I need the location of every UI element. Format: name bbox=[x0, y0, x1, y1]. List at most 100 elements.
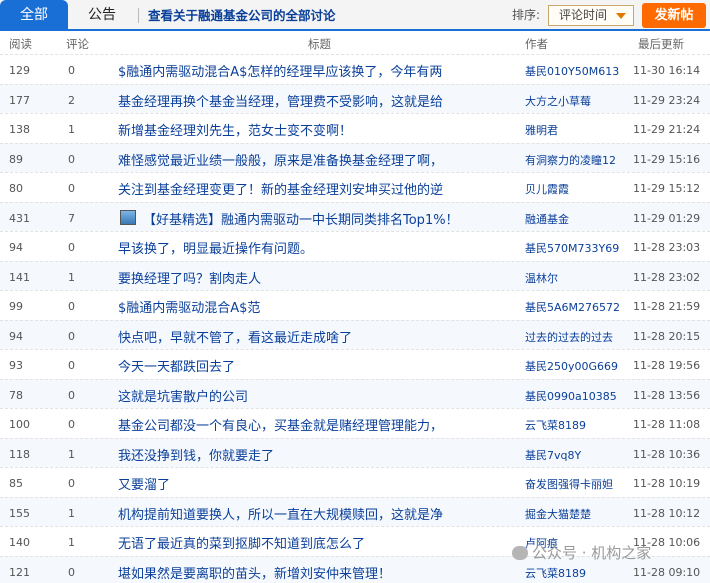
image-icon bbox=[120, 209, 136, 225]
author-link[interactable]: 雅明君 bbox=[525, 122, 558, 138]
post-title-link[interactable]: 无语了最近真的菜到抠脚不知道到底怎么了 bbox=[118, 533, 365, 552]
wechat-icon bbox=[512, 546, 528, 560]
post-title-link[interactable]: 【好基精选】融通内需驱动一中长期同类排名Top1%！ bbox=[143, 209, 459, 228]
comment-count: 0 bbox=[68, 329, 75, 343]
read-count: 93 bbox=[9, 359, 23, 372]
author-link[interactable]: 大方之小草莓 bbox=[525, 93, 591, 109]
author-link[interactable]: 基民7vq8Y bbox=[525, 447, 581, 463]
updated-time: 11-28 19:56 bbox=[633, 359, 701, 372]
author-link[interactable]: 温林尔 bbox=[525, 270, 558, 286]
sort-label: 排序: bbox=[512, 8, 541, 22]
table-row: 89 0 难怪感觉最近业绩一般般，原来是准备换基金经理了啊， 有洞察力的凌瞳12 11-… bbox=[0, 142, 710, 172]
comment-count: 0 bbox=[68, 565, 75, 579]
view-all-discussions-link[interactable]: 查看关于融通基金公司的全部讨论 bbox=[148, 0, 336, 31]
post-title-link[interactable]: 今天一天都跌回去了 bbox=[118, 356, 235, 375]
author-link[interactable]: 过去的过去的过去 bbox=[525, 329, 613, 345]
post-title-link[interactable]: 难怪感觉最近业绩一般般，原来是准备换基金经理了啊， bbox=[118, 150, 443, 169]
post-title-link[interactable]: 关注到基金经理变更了！新的基金经理刘安坤买过他的逆 bbox=[118, 179, 443, 198]
header-read: 阅读 bbox=[9, 37, 32, 51]
author-link[interactable]: 融通基金 bbox=[525, 211, 569, 227]
post-title-link[interactable]: 又要溜了 bbox=[118, 474, 170, 493]
author-link[interactable]: 基民570M733Y69 bbox=[525, 240, 619, 256]
topbar: 全部 公告 查看关于融通基金公司的全部讨论 排序: 评论时间 发新帖 bbox=[0, 0, 710, 31]
header-comments: 评论 bbox=[66, 37, 89, 51]
tab-all[interactable]: 全部 bbox=[0, 0, 68, 31]
table-row: 85 0 又要溜了 奋发图强得卡丽妲 11-28 10:19 bbox=[0, 467, 710, 497]
table-row: 431 7 【好基精选】融通内需驱动一中长期同类排名Top1%！ 融通基金 11-29 … bbox=[0, 201, 710, 231]
updated-time: 11-28 13:56 bbox=[633, 388, 701, 402]
table-row: 93 0 今天一天都跌回去了 基民250y00G669 11-28 19:56 bbox=[0, 349, 710, 379]
table-row: 177 2 基金经理再换个基金当经理，管理费不受影响，这就是给 大方之小草莓 11-29… bbox=[0, 83, 710, 113]
divider bbox=[138, 8, 139, 23]
table-row: 94 0 快点吧，早就不管了，看这最近走成啥了 过去的过去的过去 11-28 20:15 bbox=[0, 319, 710, 349]
author-link[interactable]: 基民0990a10385 bbox=[525, 388, 617, 404]
author-link[interactable]: 奋发图强得卡丽妲 bbox=[525, 476, 613, 492]
comment-count: 0 bbox=[68, 477, 75, 490]
comment-count: 0 bbox=[68, 418, 75, 431]
post-title-link[interactable]: 早该换了，明显最近操作有问题。 bbox=[118, 238, 313, 257]
updated-time: 11-28 21:59 bbox=[633, 300, 701, 313]
read-count: 99 bbox=[9, 300, 23, 313]
table-row: 94 0 早该换了，明显最近操作有问题。 基民570M733Y69 11-28 23:0… bbox=[0, 231, 710, 261]
sort-select-value: 评论时间 bbox=[559, 8, 608, 22]
updated-time: 11-29 15:12 bbox=[633, 182, 701, 195]
new-post-button[interactable]: 发新帖 bbox=[642, 3, 706, 28]
comment-count: 1 bbox=[68, 536, 75, 549]
post-title-link[interactable]: $融通内需驱动混合A$范 bbox=[118, 297, 260, 316]
author-link[interactable]: 云飞菜8189 bbox=[525, 417, 586, 433]
read-count: 94 bbox=[9, 329, 23, 343]
updated-time: 11-28 11:08 bbox=[633, 418, 701, 431]
read-count: 94 bbox=[9, 241, 23, 254]
updated-time: 11-29 23:24 bbox=[633, 93, 701, 107]
post-title-link[interactable]: 要换经理了吗？割肉走人 bbox=[118, 268, 261, 287]
tab-notice[interactable]: 公告 bbox=[72, 0, 132, 31]
read-count: 155 bbox=[9, 506, 30, 520]
comment-count: 1 bbox=[68, 270, 75, 284]
comment-count: 0 bbox=[68, 388, 75, 402]
read-count: 141 bbox=[9, 270, 30, 284]
table-row: 80 0 关注到基金经理变更了！新的基金经理刘安坤买过他的逆 贝儿霞霞 11-29 15… bbox=[0, 172, 710, 202]
table-row: 129 0 $融通内需驱动混合A$怎样的经理早应该换了，今年有两 基民010Y50M6… bbox=[0, 54, 710, 84]
author-link[interactable]: 云飞菜8189 bbox=[525, 565, 586, 581]
table-row: 99 0 $融通内需驱动混合A$范 基民5A6M276572 11-28 21:59 bbox=[0, 290, 710, 320]
author-link[interactable]: 基民250y00G669 bbox=[525, 358, 618, 374]
comment-count: 1 bbox=[68, 506, 75, 520]
post-title-link[interactable]: 基金经理再换个基金当经理，管理费不受影响，这就是给 bbox=[118, 91, 443, 110]
table-header: 阅读 评论 标题 作者 最后更新 bbox=[0, 33, 710, 53]
read-count: 121 bbox=[9, 565, 30, 579]
author-link[interactable]: 贝儿霞霞 bbox=[525, 181, 569, 197]
comment-count: 0 bbox=[68, 152, 75, 166]
author-link[interactable]: 基民010Y50M613 bbox=[525, 63, 619, 79]
sort-select[interactable]: 评论时间 bbox=[548, 5, 634, 26]
author-link[interactable]: 有洞察力的凌瞳12 bbox=[525, 152, 616, 168]
post-title-link[interactable]: 基金公司都没一个有良心，买基金就是赌经理管理能力， bbox=[118, 415, 443, 434]
updated-time: 11-29 15:16 bbox=[633, 152, 701, 166]
read-count: 177 bbox=[9, 93, 30, 107]
table-row: 78 0 这就是坑害散户的公司 基民0990a10385 11-28 13:56 bbox=[0, 378, 710, 408]
post-title-link[interactable]: 堪如果然是要离职的苗头，新增刘安仲来管理！ bbox=[118, 563, 391, 582]
post-title-link[interactable]: 这就是坑害散户的公司 bbox=[118, 386, 248, 405]
post-title-link[interactable]: 我还没挣到钱，你就要走了 bbox=[118, 445, 274, 464]
author-link[interactable]: 基民5A6M276572 bbox=[525, 299, 620, 315]
comment-count: 1 bbox=[68, 123, 75, 136]
post-title-link[interactable]: 快点吧，早就不管了，看这最近走成啥了 bbox=[118, 327, 352, 346]
author-link[interactable]: 掘金大猫楚楚 bbox=[525, 506, 591, 522]
read-count: 78 bbox=[9, 388, 23, 402]
watermark: 公众号 · 机构之家 bbox=[512, 542, 702, 566]
read-count: 89 bbox=[9, 152, 23, 166]
updated-time: 11-28 10:36 bbox=[633, 447, 701, 461]
post-title-link[interactable]: 新增基金经理刘先生，范女士变不变啊！ bbox=[118, 120, 352, 139]
read-count: 118 bbox=[9, 447, 30, 461]
read-count: 138 bbox=[9, 123, 30, 136]
comment-count: 0 bbox=[68, 241, 75, 254]
post-title-link[interactable]: 机构提前知道要换人，所以一直在大规模赎回，这就是净 bbox=[118, 504, 443, 523]
comment-count: 0 bbox=[68, 359, 75, 372]
comment-count: 0 bbox=[68, 64, 75, 77]
read-count: 140 bbox=[9, 536, 30, 549]
read-count: 129 bbox=[9, 64, 30, 77]
header-updated: 最后更新 bbox=[638, 37, 684, 51]
updated-time: 11-28 20:15 bbox=[633, 329, 701, 343]
updated-time: 11-29 01:29 bbox=[633, 211, 701, 225]
comment-count: 0 bbox=[68, 300, 75, 313]
post-title-link[interactable]: $融通内需驱动混合A$怎样的经理早应该换了，今年有两 bbox=[118, 61, 442, 80]
